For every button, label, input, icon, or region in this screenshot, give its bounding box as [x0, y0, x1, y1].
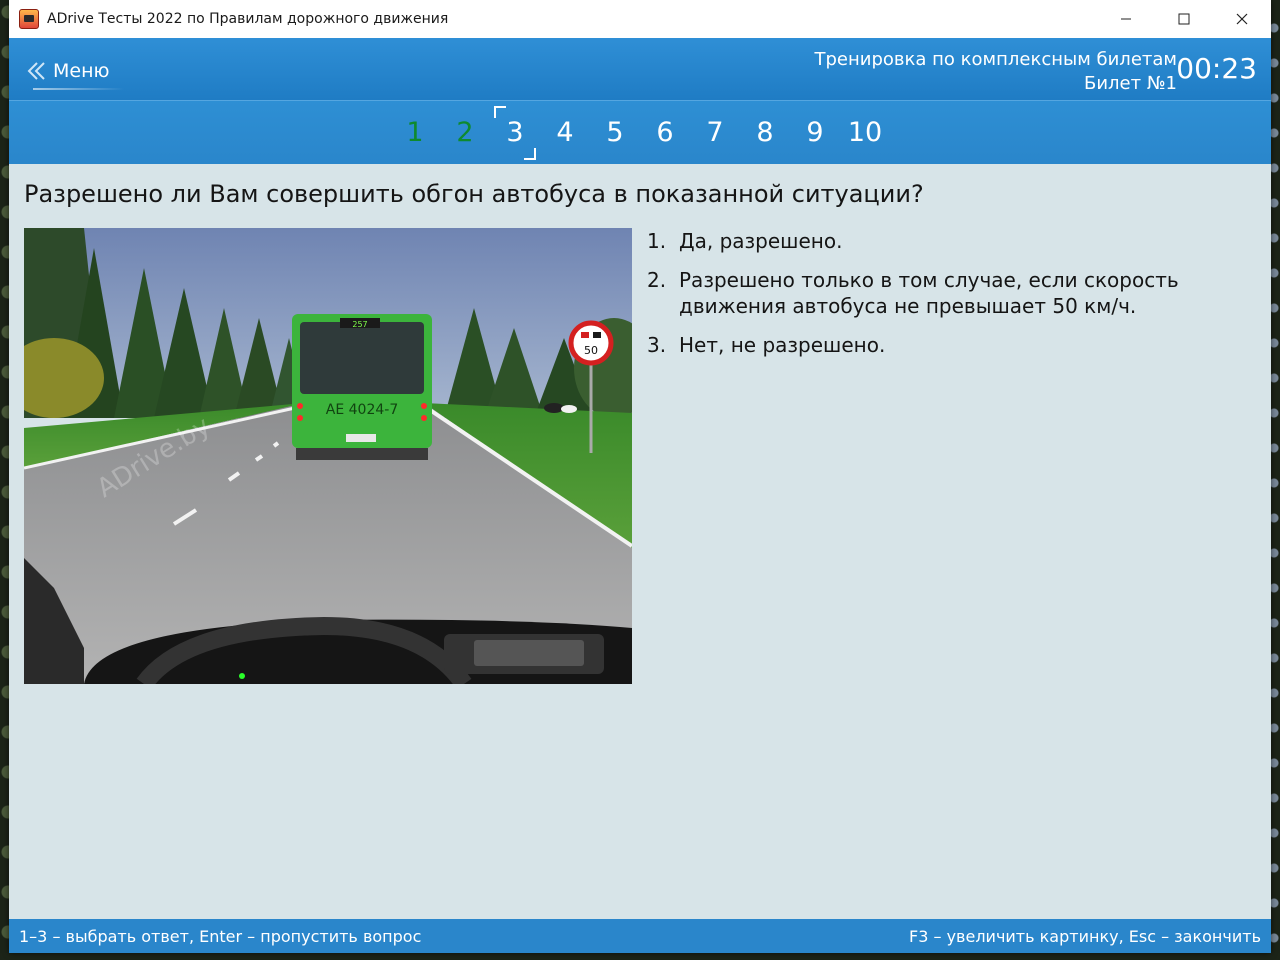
app-icon [19, 9, 39, 29]
ticket-label: Билет №1 [1083, 73, 1177, 94]
menu-underline [33, 88, 124, 90]
window-title: ADrive Тесты 2022 по Правилам дорожного … [47, 11, 449, 27]
bus: 257 AE 4024-7 [292, 314, 432, 460]
question-tab-5[interactable]: 5 [590, 108, 640, 158]
minimize-button[interactable] [1097, 0, 1155, 38]
bus-route-number: 257 [352, 320, 367, 329]
keyboard-hints-right: F3 – увеличить картинку, Esc – закончить [909, 926, 1261, 946]
title-bar: ADrive Тесты 2022 по Правилам дорожного … [9, 0, 1271, 38]
sign-value-text: 50 [584, 344, 598, 357]
question-tab-10[interactable]: 10 [840, 108, 890, 158]
close-button[interactable] [1213, 0, 1271, 38]
status-bar: 1–3 – выбрать ответ, Enter – пропустить … [9, 919, 1271, 953]
keyboard-hints-left: 1–3 – выбрать ответ, Enter – пропустить … [19, 926, 422, 946]
question-tab-3[interactable]: 3 [490, 105, 540, 160]
question-navigator: 1 2 3 4 5 6 7 8 9 10 [9, 100, 1271, 164]
question-tab-4[interactable]: 4 [540, 108, 590, 158]
app-header: Меню Тренировка по комплексным билетам Б… [9, 38, 1271, 100]
double-chevron-left-icon [27, 62, 45, 80]
question-tab-9[interactable]: 9 [790, 108, 840, 158]
maximize-icon [1178, 13, 1190, 25]
question-area: Разрешено ли Вам совершить обгон автобус… [9, 164, 1271, 918]
answer-number: 1. [647, 229, 667, 253]
close-icon [1236, 13, 1248, 25]
question-text: Разрешено ли Вам совершить обгон автобус… [24, 180, 924, 208]
app-window: ADrive Тесты 2022 по Правилам дорожного … [9, 0, 1271, 953]
maximize-button[interactable] [1155, 0, 1213, 38]
answer-number: 3. [647, 333, 667, 357]
minimize-icon [1121, 18, 1131, 20]
window-controls [1097, 0, 1271, 38]
question-image[interactable]: 257 AE 4024-7 50 ADrive.by [24, 228, 632, 684]
question-tab-7[interactable]: 7 [690, 108, 740, 158]
menu-label: Меню [53, 60, 110, 82]
menu-button[interactable]: Меню [25, 56, 124, 90]
question-tab-8[interactable]: 8 [740, 108, 790, 158]
answer-option-3[interactable]: 3. Нет, не разрешено. [647, 332, 1247, 358]
bus-plate-text: AE 4024-7 [326, 402, 398, 418]
answer-text: Нет, не разрешено. [679, 333, 886, 357]
answer-number: 2. [647, 268, 667, 292]
question-tab-2[interactable]: 2 [440, 108, 490, 158]
question-tab-1[interactable]: 1 [390, 108, 440, 158]
answers-list: 1. Да, разрешено. 2. Разрешено только в том… [647, 228, 1247, 371]
mode-title: Тренировка по комплексным билетам [814, 49, 1177, 70]
answer-text: Разрешено только в том случае, если скор… [679, 268, 1179, 318]
answer-option-1[interactable]: 1. Да, разрешено. [647, 228, 1247, 254]
answer-text: Да, разрешено. [679, 229, 843, 253]
question-tab-6[interactable]: 6 [640, 108, 690, 158]
timer: 00:23 [1176, 52, 1257, 85]
mode-info: Тренировка по комплексным билетам Билет … [815, 48, 1177, 96]
answer-option-2[interactable]: 2. Разрешено только в том случае, если ск… [647, 267, 1247, 319]
